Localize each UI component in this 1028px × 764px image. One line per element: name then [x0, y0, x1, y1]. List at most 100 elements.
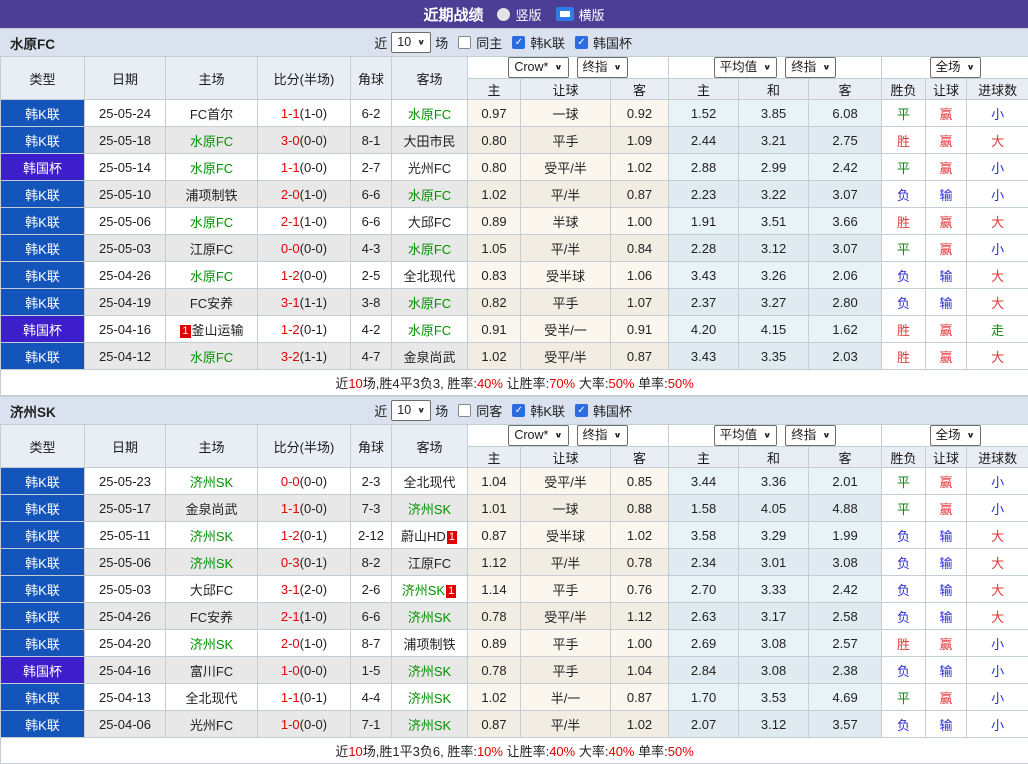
recent-count-select[interactable]: 10 ∨: [391, 32, 431, 53]
odds-provider-select[interactable]: Crow* ∨: [508, 425, 568, 446]
k-league-checkbox[interactable]: ✓: [512, 404, 525, 417]
games-label: 场: [435, 401, 448, 420]
near-label: 近: [374, 401, 387, 420]
corner-cell: 2-5: [351, 262, 392, 289]
radio-selected-icon[interactable]: [556, 7, 574, 21]
result-handicap: 赢: [926, 235, 967, 262]
match-row: 韩K联 25-05-24 FC首尔 1-1(1-0) 6-2 水原FC 0.97…: [1, 100, 1028, 127]
halftime-score: (0-1): [300, 322, 327, 337]
result-wdl: 平: [882, 235, 926, 262]
away-team-name: 浦项制铁: [403, 637, 455, 652]
handicap-line: 受平/半: [521, 603, 611, 630]
avg-home: 2.84: [669, 657, 739, 684]
odds-home: 0.82: [468, 289, 521, 316]
radio-unselected-icon[interactable]: [497, 8, 510, 21]
away-team-name: 济州SK: [408, 502, 451, 517]
fulltime-score: 3-2: [281, 349, 300, 364]
summary-line: 近10场,胜4平3负3, 胜率:40% 让胜率:70% 大率:50% 单率:50…: [1, 370, 1028, 396]
result-wdl: 负: [882, 603, 926, 630]
final-odds-select[interactable]: 终指 ∨: [577, 425, 628, 446]
result-goals: 小: [967, 468, 1028, 495]
match-date: 25-04-06: [85, 711, 166, 738]
score-cell: 3-2(1-1): [258, 343, 351, 370]
match-row: 韩K联 25-05-06 济州SK 0-3(0-1) 8-2 江原FC 1.12…: [1, 549, 1028, 576]
avg-away: 2.42: [809, 154, 882, 181]
corner-cell: 4-4: [351, 684, 392, 711]
handicap-line: 平手: [521, 657, 611, 684]
col-header-odds-away: 客: [611, 447, 669, 468]
col-header-home: 主场: [166, 57, 258, 100]
avg-away: 2.01: [809, 468, 882, 495]
halftime-score: (1-0): [300, 609, 327, 624]
home-team-name: 济州SK: [190, 637, 233, 652]
radio-vertical-layout[interactable]: 竖版: [497, 5, 541, 24]
fullmatch-select[interactable]: 全场 ∨: [930, 425, 981, 446]
korea-cup-checkbox[interactable]: ✓: [575, 404, 588, 417]
odds-away: 1.02: [611, 711, 669, 738]
fulltime-score: 2-1: [281, 609, 300, 624]
average-odds-select[interactable]: 平均值 ∨: [714, 425, 778, 446]
final-average-select[interactable]: 终指 ∨: [785, 425, 836, 446]
col-header-result-wdl: 胜负: [882, 79, 926, 100]
average-odds-select[interactable]: 平均值 ∨: [714, 57, 778, 78]
corner-cell: 6-2: [351, 100, 392, 127]
result-wdl: 胜: [882, 343, 926, 370]
avg-away: 2.38: [809, 657, 882, 684]
odds-away: 0.87: [611, 343, 669, 370]
result-handicap: 输: [926, 522, 967, 549]
match-row: 韩K联 25-05-11 济州SK 1-2(0-1) 2-12 蔚山HD1 0.…: [1, 522, 1028, 549]
result-goals: 大: [967, 549, 1028, 576]
match-type-badge: 韩K联: [1, 289, 85, 316]
match-type-badge: 韩K联: [1, 630, 85, 657]
home-team-cell: 水原FC: [166, 154, 258, 181]
same-venue-checkbox[interactable]: [458, 36, 471, 49]
away-team-name: 大田市民: [403, 134, 455, 149]
avg-home: 2.70: [669, 576, 739, 603]
odds-provider-select[interactable]: Crow* ∨: [508, 57, 568, 78]
corner-cell: 4-2: [351, 316, 392, 343]
home-team-cell: FC首尔: [166, 100, 258, 127]
rank-badge: 1: [180, 325, 190, 338]
fullmatch-select[interactable]: 全场 ∨: [930, 57, 981, 78]
halftime-score: (0-0): [300, 474, 327, 489]
odds-away: 1.00: [611, 208, 669, 235]
match-row: 韩K联 25-04-12 水原FC 3-2(1-1) 4-7 金泉尚武 1.02…: [1, 343, 1028, 370]
home-team-cell: 水原FC: [166, 208, 258, 235]
chevron-down-icon: ∨: [967, 429, 975, 442]
section-header: 水原FC 近 10 ∨ 场 同主 ✓ 韩K联 ✓ 韩国杯: [0, 28, 1028, 56]
col-header-away: 客场: [392, 425, 468, 468]
halftime-score: (1-0): [300, 636, 327, 651]
score-cell: 0-0(0-0): [258, 235, 351, 262]
score-cell: 1-1(0-1): [258, 684, 351, 711]
avg-away: 3.66: [809, 208, 882, 235]
result-handicap: 赢: [926, 316, 967, 343]
result-wdl: 胜: [882, 316, 926, 343]
corner-cell: 2-6: [351, 576, 392, 603]
korea-cup-checkbox[interactable]: ✓: [575, 36, 588, 49]
recent-count-select[interactable]: 10 ∨: [391, 400, 431, 421]
result-goals: 小: [967, 235, 1028, 262]
col-header-home: 主场: [166, 425, 258, 468]
chevron-down-icon: ∨: [822, 61, 830, 74]
result-wdl: 负: [882, 549, 926, 576]
filter-controls: 近 10 ∨ 场 同客 ✓ 韩K联 ✓ 韩国杯: [374, 400, 632, 421]
final-average-select[interactable]: 终指 ∨: [785, 57, 836, 78]
sections-host: 水原FC 近 10 ∨ 场 同主 ✓ 韩K联 ✓ 韩国杯: [0, 28, 1028, 764]
final-odds-select[interactable]: 终指 ∨: [577, 57, 628, 78]
check-icon: ✓: [577, 37, 585, 48]
radio-horizontal-layout[interactable]: 横版: [556, 5, 605, 24]
corner-cell: 8-7: [351, 630, 392, 657]
result-goals: 小: [967, 711, 1028, 738]
odds-away: 1.07: [611, 289, 669, 316]
rank-badge: 1: [446, 585, 456, 598]
avg-away: 2.03: [809, 343, 882, 370]
same-venue-checkbox[interactable]: [458, 404, 471, 417]
fulltime-score: 3-1: [281, 582, 300, 597]
handicap-line: 平/半: [521, 549, 611, 576]
match-type-badge: 韩K联: [1, 468, 85, 495]
halftime-score: (0-1): [300, 690, 327, 705]
away-team-cell: 济州SK: [392, 603, 468, 630]
team-section: 水原FC 近 10 ∨ 场 同主 ✓ 韩K联 ✓ 韩国杯: [0, 28, 1028, 396]
k-league-checkbox[interactable]: ✓: [512, 36, 525, 49]
away-team-cell: 江原FC: [392, 549, 468, 576]
